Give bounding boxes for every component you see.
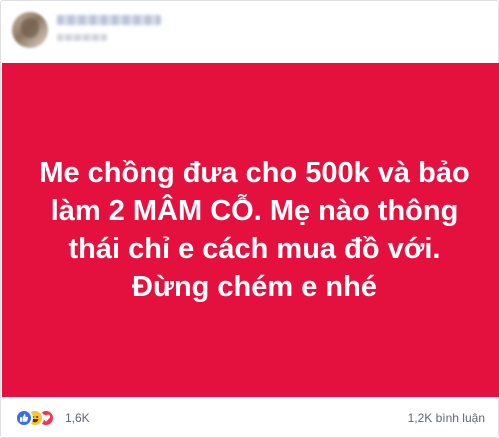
author-name-blurred[interactable]	[57, 15, 161, 25]
comment-count-link[interactable]: 1,2K bình luận	[408, 410, 485, 426]
post-header	[1, 1, 498, 58]
reaction-count[interactable]: 1,6K	[65, 410, 90, 426]
post-footer: 1,6K 1,2K bình luận	[1, 397, 498, 437]
post-timestamp-blurred[interactable]	[57, 34, 107, 41]
reaction-icons[interactable]	[15, 409, 65, 427]
facebook-post: Me chồng đưa cho 500k và bảo làm 2 MÂM C…	[0, 0, 499, 438]
status-text: Me chồng đưa cho 500k và bảo làm 2 MÂM C…	[39, 157, 470, 303]
colored-status-background: Me chồng đưa cho 500k và bảo làm 2 MÂM C…	[2, 63, 499, 397]
like-icon	[15, 409, 33, 427]
avatar[interactable]	[12, 12, 48, 48]
